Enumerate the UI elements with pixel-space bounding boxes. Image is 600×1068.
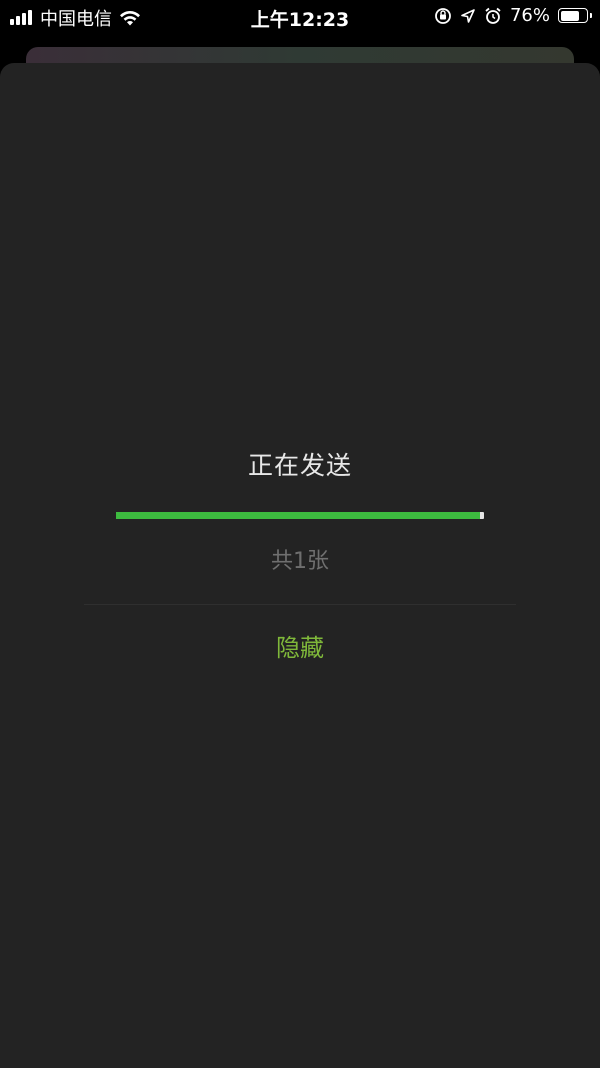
screen: 中国电信 上午12:23 76% 正在发送 共1张 隐藏 <box>0 0 600 1068</box>
status-right: 76% <box>434 5 592 26</box>
alarm-icon <box>485 7 501 24</box>
divider <box>84 604 516 605</box>
battery-percent: 76% <box>509 5 550 26</box>
location-icon <box>461 8 475 23</box>
send-progress-fill <box>116 512 481 519</box>
battery-icon <box>558 8 592 23</box>
sending-sheet: 正在发送 共1张 隐藏 <box>0 63 600 1068</box>
status-bar: 中国电信 上午12:23 76% <box>0 0 600 34</box>
send-progress-bar <box>116 512 484 519</box>
sending-title: 正在发送 <box>247 451 352 480</box>
hide-button[interactable]: 隐藏 <box>200 623 400 673</box>
battery-level <box>560 10 579 21</box>
orientation-lock-icon <box>435 7 451 24</box>
photo-count: 共1张 <box>271 549 329 574</box>
